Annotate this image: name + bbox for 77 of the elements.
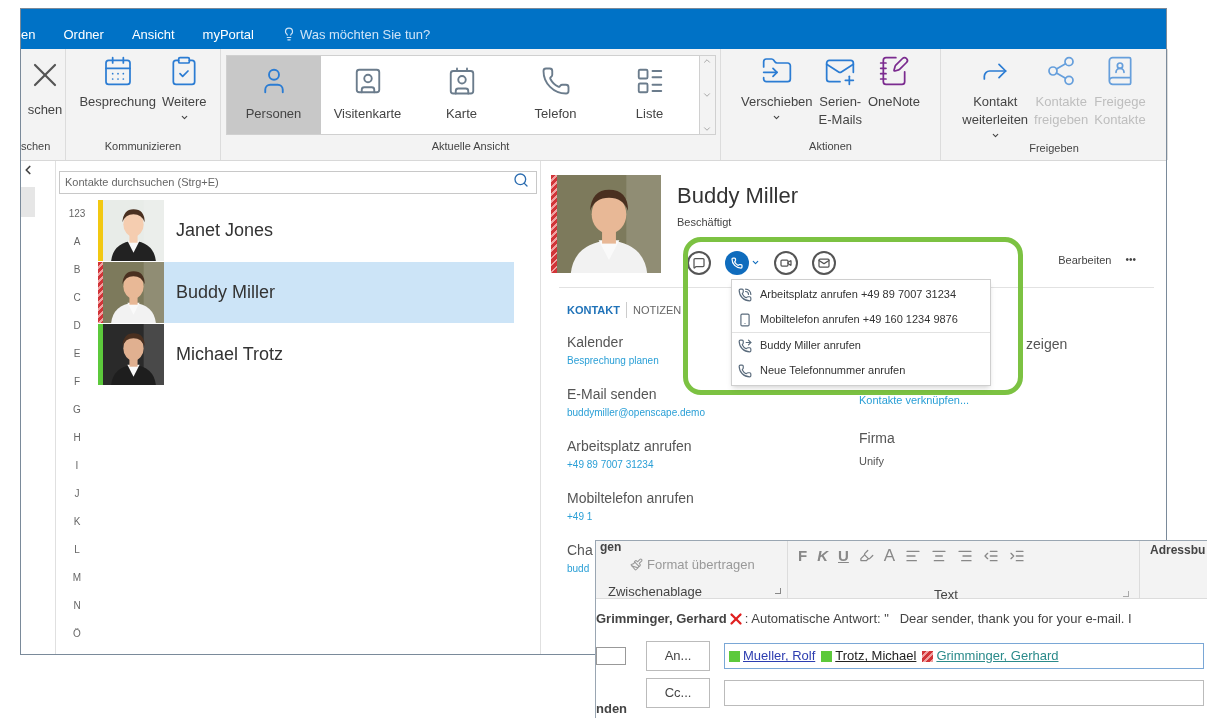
- auto-reply-text: : Automatische Antwort: " Dear sender, thank you for your e-mail. I: [744, 610, 1132, 629]
- menu-item[interactable]: Arbeitsplatz anrufen +49 89 7007 31234: [732, 282, 990, 307]
- edit-link[interactable]: Bearbeiten: [1058, 252, 1112, 269]
- contact-row[interactable]: Buddy Miller: [98, 262, 514, 323]
- index-letter[interactable]: N: [73, 592, 81, 620]
- index-letter[interactable]: J: [74, 480, 80, 508]
- search-field[interactable]: Kontakte durchsuchen (Strg+E): [59, 170, 537, 194]
- ribbon-button[interactable]: schen: [25, 55, 65, 138]
- group-label: Zwischenablage: [608, 582, 702, 601]
- contact-name: Janet Jones: [176, 219, 274, 242]
- ribbon-button[interactable]: Kontakt weiterleiten: [962, 55, 1029, 140]
- field-label: Cha: [567, 542, 593, 559]
- menu-item[interactable]: Mobiltelefon anrufen +49 160 1234 9876: [732, 307, 990, 332]
- send-label[interactable]: nden: [596, 698, 646, 718]
- contact-name: Buddy Miller: [176, 281, 276, 304]
- group-label: Aktionen: [808, 139, 853, 154]
- contact-title: Buddy Miller: [677, 182, 800, 210]
- more-button[interactable]: •••: [1125, 252, 1136, 269]
- contact-row[interactable]: Michael Trotz: [98, 324, 514, 385]
- view-option[interactable]: Karte: [414, 56, 509, 134]
- ribbon-button[interactable]: OneNote: [867, 55, 920, 138]
- index-letter[interactable]: B: [73, 256, 81, 284]
- ribbon-button[interactable]: Besprechung: [79, 55, 157, 138]
- detail-tab[interactable]: NOTIZEN: [625, 301, 688, 318]
- index-letter[interactable]: A: [73, 228, 81, 256]
- index-letter[interactable]: H: [73, 424, 81, 452]
- contact-name: Michael Trotz: [176, 343, 284, 366]
- index-letter[interactable]: M: [72, 564, 82, 592]
- group-label: Freigeben: [1028, 141, 1080, 156]
- view-option[interactable]: Liste: [602, 56, 697, 134]
- ribbon-button[interactable]: Verschieben: [741, 55, 813, 138]
- detail-tab[interactable]: KONTAKT: [567, 301, 626, 318]
- sender-name: Grimminger, Gerhard: [596, 610, 727, 629]
- field-label: zeigen: [1026, 335, 1068, 354]
- to-field[interactable]: Mueller, Rolf Trotz, Michael Grimminger, Gerhard: [724, 643, 1204, 669]
- group-label: Kommunizieren: [103, 139, 183, 154]
- field-label: Firma: [859, 429, 895, 448]
- field-value: Unify: [859, 454, 885, 469]
- cc-button[interactable]: Cc...: [646, 678, 710, 708]
- paste-label[interactable]: gen: [600, 541, 787, 553]
- index-letter[interactable]: E: [73, 340, 81, 368]
- ribbon-button[interactable]: Serien- E-Mails: [818, 55, 862, 138]
- index-letter[interactable]: D: [73, 312, 81, 340]
- index-letter[interactable]: F: [73, 368, 81, 396]
- group-label: Aktuelle Ansicht: [430, 139, 511, 154]
- menu-tab[interactable]: myPortal: [202, 24, 254, 44]
- group-label: Text: [934, 585, 958, 604]
- contact-row[interactable]: Janet Jones: [98, 200, 514, 261]
- view-option[interactable]: Telefon: [508, 56, 603, 134]
- group-label: schen: [21, 139, 52, 154]
- to-button[interactable]: An...: [646, 641, 710, 671]
- recipient-chip[interactable]: Grimminger, Gerhard: [922, 646, 1059, 666]
- index-letter[interactable]: K: [73, 508, 81, 536]
- ribbon-button[interactable]: Weitere: [162, 55, 207, 138]
- tell-me-field[interactable]: Was möchten Sie tun?: [281, 24, 431, 44]
- address-book-label[interactable]: Adressbu: [1150, 541, 1206, 598]
- index-letter[interactable]: C: [73, 284, 81, 312]
- index-letter[interactable]: 123: [68, 200, 86, 228]
- view-option[interactable]: Visitenkarte: [320, 56, 415, 134]
- field-label: Kalender: [567, 334, 624, 351]
- index-letter[interactable]: Ö: [73, 620, 81, 648]
- recipient-chip[interactable]: Trotz, Michael: [821, 646, 917, 666]
- menu-item[interactable]: Neue Telefonnummer anrufen: [732, 358, 990, 383]
- index-letter[interactable]: I: [75, 452, 79, 480]
- menu-item[interactable]: Buddy Miller anrufen: [732, 333, 990, 358]
- field-label: Mobiltelefon anrufen: [567, 490, 694, 507]
- field-label: Arbeitsplatz anrufen: [567, 438, 692, 455]
- menu-tab[interactable]: en: [21, 24, 36, 44]
- menu-tab[interactable]: Ordner: [63, 24, 104, 44]
- index-letter[interactable]: G: [73, 396, 81, 424]
- font-color-button[interactable]: A: [883, 543, 896, 569]
- recipient-chip[interactable]: Mueller, Rolf: [729, 646, 816, 666]
- status-text: Beschäftigt: [677, 215, 733, 230]
- index-letter[interactable]: L: [74, 536, 80, 564]
- view-option[interactable]: Personen: [226, 56, 321, 134]
- field-label: E-Mail senden: [567, 386, 657, 403]
- menu-tab[interactable]: Ansicht: [131, 24, 175, 44]
